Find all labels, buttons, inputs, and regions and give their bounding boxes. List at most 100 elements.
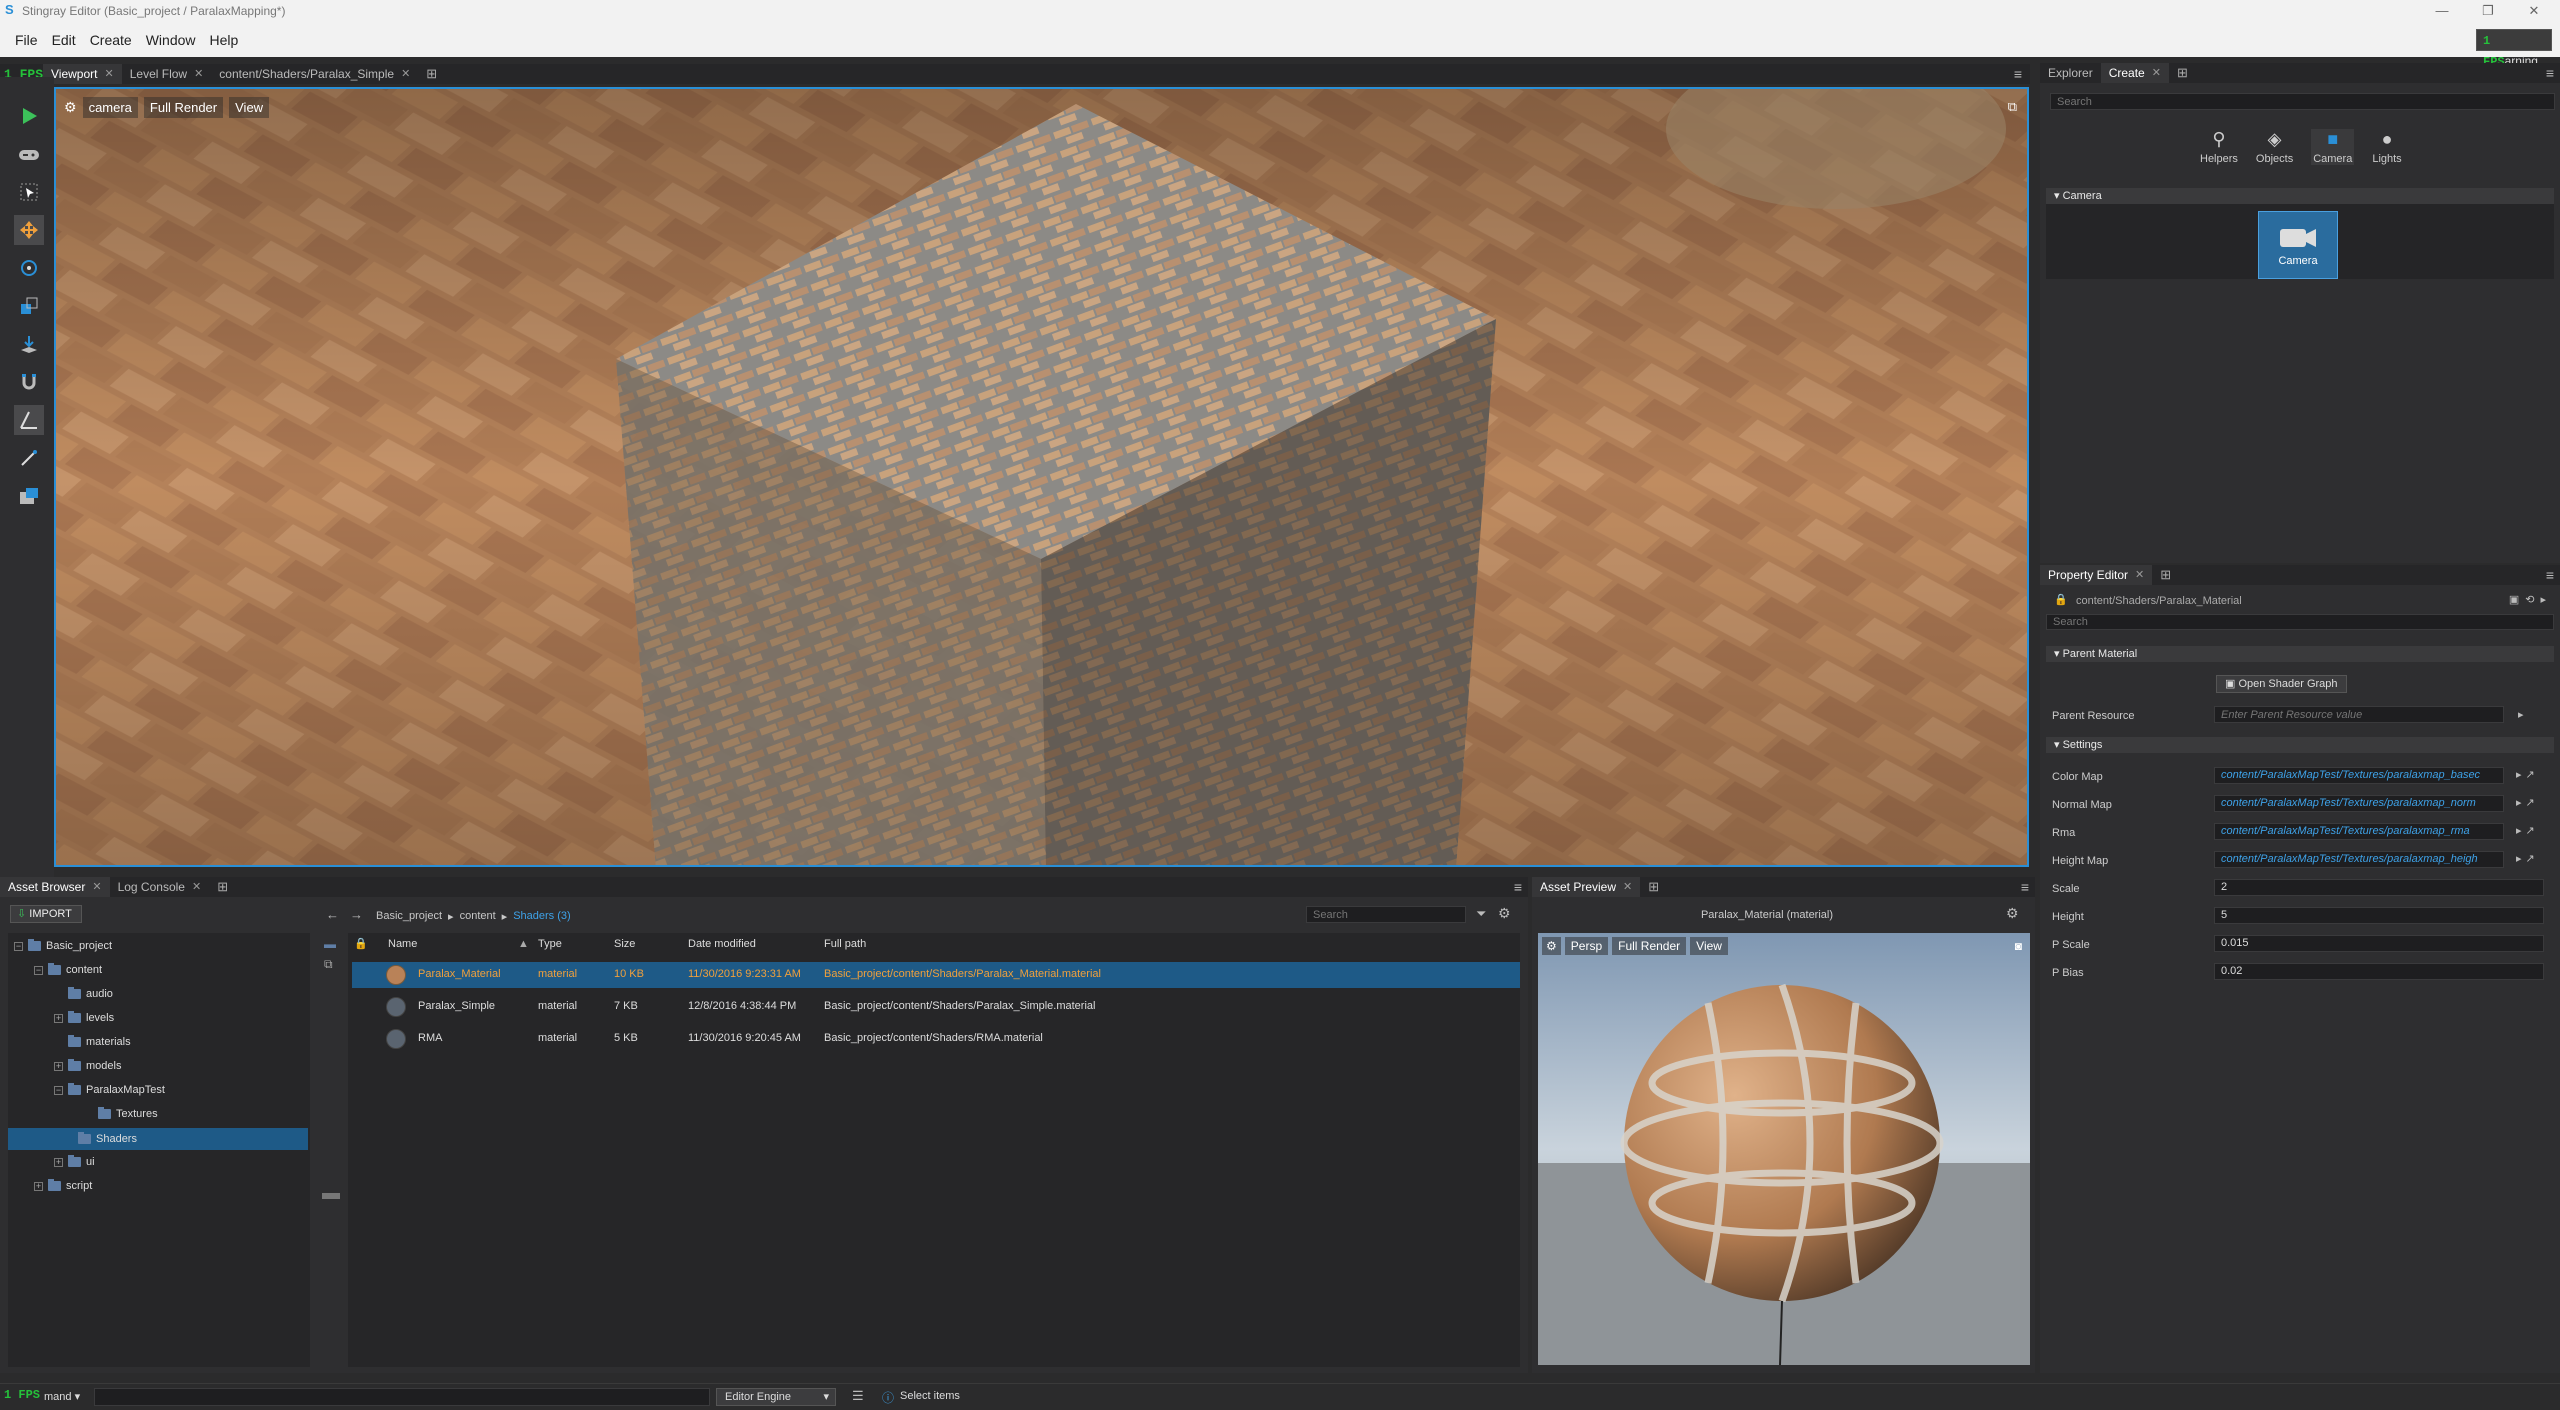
folder-open-icon[interactable]: ▸↗ [2516, 824, 2539, 837]
tree-item-textures[interactable]: Textures [98, 1105, 158, 1123]
crumb-project[interactable]: Basic_project [376, 910, 442, 923]
sort-ascending-icon[interactable]: ▲ [518, 938, 529, 950]
camera-section-header[interactable]: ▾ Camera [2046, 188, 2554, 204]
rma-input[interactable]: content/ParalaxMapTest/Textures/paralaxm… [2214, 823, 2504, 840]
folder-view-icon[interactable]: ▬ [324, 937, 336, 951]
tab-create[interactable]: Create ✕ [2100, 63, 2169, 83]
filter-icon[interactable]: ⏷ [1476, 906, 1486, 922]
learning-badge[interactable]: 1 FPSarning [2476, 29, 2552, 69]
camera-create-item[interactable]: Camera [2258, 211, 2338, 279]
scale-tool-icon[interactable] [14, 291, 44, 321]
close-icon[interactable]: ✕ [1623, 877, 1632, 897]
gear-icon[interactable]: ⚙ [2006, 905, 2019, 922]
screenshot-icon[interactable]: ◙ [2015, 939, 2022, 953]
lights-category[interactable]: ● Lights [2372, 129, 2401, 165]
parent-resource-input[interactable] [2214, 706, 2504, 723]
camera-category[interactable]: ■ Camera [2311, 129, 2355, 165]
property-search-input[interactable] [2046, 614, 2554, 630]
menu-create[interactable]: Create [86, 32, 142, 48]
crumb-content[interactable]: content [460, 910, 496, 923]
place-tool-icon[interactable] [14, 329, 44, 359]
add-tab-icon[interactable]: ⊞ [209, 879, 236, 895]
open-shader-graph-button[interactable]: ▣ Open Shader Graph [2216, 675, 2347, 693]
parent-material-header[interactable]: ▾ Parent Material [2046, 646, 2554, 662]
panel-menu-icon[interactable]: ≡ [2546, 65, 2554, 81]
crumb-shaders[interactable]: Shaders (3) [513, 910, 570, 923]
collapse-icon[interactable]: − [54, 1085, 63, 1095]
settings-header[interactable]: ▾ Settings [2046, 737, 2554, 753]
camera-selector[interactable]: camera [82, 96, 138, 118]
select-tool-icon[interactable] [14, 177, 44, 207]
column-type[interactable]: Type [538, 938, 562, 950]
folder-open-icon[interactable]: ▸↗ [2516, 852, 2539, 865]
tab-asset-preview[interactable]: Asset Preview ✕ [1532, 877, 1641, 897]
resource-actions-icon[interactable]: ▣⟲▸ [2509, 593, 2552, 606]
collapse-icon[interactable]: − [14, 941, 23, 951]
add-tab-icon[interactable]: ⊞ [2169, 65, 2196, 81]
menu-file[interactable]: File [0, 32, 48, 48]
column-path[interactable]: Full path [824, 938, 866, 950]
tree-item-models[interactable]: + models [54, 1057, 121, 1075]
tree-item-audio[interactable]: audio [68, 985, 113, 1003]
panel-menu-icon[interactable]: ≡ [2014, 66, 2022, 82]
column-size[interactable]: Size [614, 938, 635, 950]
move-tool-icon[interactable] [14, 215, 44, 245]
normal-map-input[interactable]: content/ParalaxMapTest/Textures/paralaxm… [2214, 795, 2504, 812]
snap-tool-icon[interactable] [14, 367, 44, 397]
close-window-button[interactable]: ✕ [2516, 0, 2552, 22]
height-map-input[interactable]: content/ParalaxMapTest/Textures/paralaxm… [2214, 851, 2504, 868]
preview-viewport[interactable]: ⚙ Persp Full Render View ◙ [1538, 933, 2030, 1365]
persp-selector[interactable]: Persp [1564, 937, 1609, 955]
height-input[interactable]: 5 [2214, 907, 2544, 924]
gear-icon[interactable]: ⚙ [64, 99, 77, 116]
panel-menu-icon[interactable]: ≡ [1514, 879, 1522, 895]
close-icon[interactable]: ✕ [401, 64, 410, 84]
tab-level-flow[interactable]: Level Flow ✕ [122, 64, 212, 84]
close-icon[interactable]: ✕ [105, 64, 114, 84]
color-map-input[interactable]: content/ParalaxMapTest/Textures/paralaxm… [2214, 767, 2504, 784]
p-bias-input[interactable]: 0.02 [2214, 963, 2544, 980]
add-tab-icon[interactable]: ⊞ [2152, 567, 2179, 583]
engine-selector[interactable]: Editor Engine ▾ [716, 1388, 836, 1406]
helpers-category[interactable]: ⚲ Helpers [2200, 129, 2238, 165]
tab-property-editor[interactable]: Property Editor ✕ [2040, 565, 2153, 585]
paint-tool-icon[interactable] [14, 443, 44, 473]
close-icon[interactable]: ✕ [192, 877, 201, 897]
tab-paralax-simple[interactable]: content/Shaders/Paralax_Simple ✕ [211, 64, 418, 84]
close-icon[interactable]: ✕ [194, 64, 203, 84]
gamepad-icon[interactable] [14, 139, 44, 169]
tree-item-content[interactable]: − content [34, 961, 102, 979]
tree-item-levels[interactable]: + levels [54, 1009, 114, 1027]
close-icon[interactable]: ✕ [2152, 63, 2161, 83]
tab-viewport[interactable]: Viewport ✕ [43, 64, 122, 84]
maximize-icon[interactable]: ⧉ [2008, 99, 2017, 115]
expand-icon[interactable]: + [34, 1181, 43, 1191]
close-icon[interactable]: ✕ [2135, 565, 2144, 585]
gear-icon[interactable]: ⚙ [1542, 937, 1561, 955]
asset-search-input[interactable] [1306, 906, 1466, 923]
tree-item-ui[interactable]: + ui [54, 1153, 95, 1171]
tree-item-script[interactable]: + script [34, 1177, 92, 1195]
lock-icon[interactable]: 🔒 [2054, 593, 2068, 606]
column-date[interactable]: Date modified [688, 938, 756, 950]
expand-icon[interactable]: + [54, 1157, 63, 1167]
filter-view-icon[interactable]: ⧉ [324, 957, 333, 972]
table-row[interactable]: RMA material 5 KB 11/30/2016 9:20:45 AM … [352, 1026, 1520, 1052]
close-icon[interactable]: ✕ [92, 877, 101, 897]
create-search-input[interactable] [2050, 93, 2555, 110]
table-row[interactable]: Paralax_Material material 10 KB 11/30/20… [352, 962, 1520, 988]
tree-item-basic-project[interactable]: − Basic_project [14, 937, 112, 955]
folder-open-icon[interactable]: ▸↗ [2516, 768, 2539, 781]
view-menu[interactable]: View [1690, 937, 1728, 955]
view-menu[interactable]: View [229, 96, 270, 118]
panel-menu-icon[interactable]: ≡ [2546, 567, 2554, 583]
level-viewport[interactable]: ⚙ camera Full Render View ⧉ [54, 87, 2029, 867]
volume-tool-icon[interactable] [14, 481, 44, 511]
expand-icon[interactable]: + [54, 1013, 63, 1023]
folder-open-icon[interactable]: ▸↗ [2516, 796, 2539, 809]
command-selector[interactable]: mand ▾ [44, 1390, 80, 1403]
tab-log-console[interactable]: Log Console ✕ [110, 877, 210, 897]
tab-asset-browser[interactable]: Asset Browser ✕ [0, 877, 110, 897]
menu-help[interactable]: Help [206, 32, 249, 48]
menu-edit[interactable]: Edit [48, 32, 86, 48]
